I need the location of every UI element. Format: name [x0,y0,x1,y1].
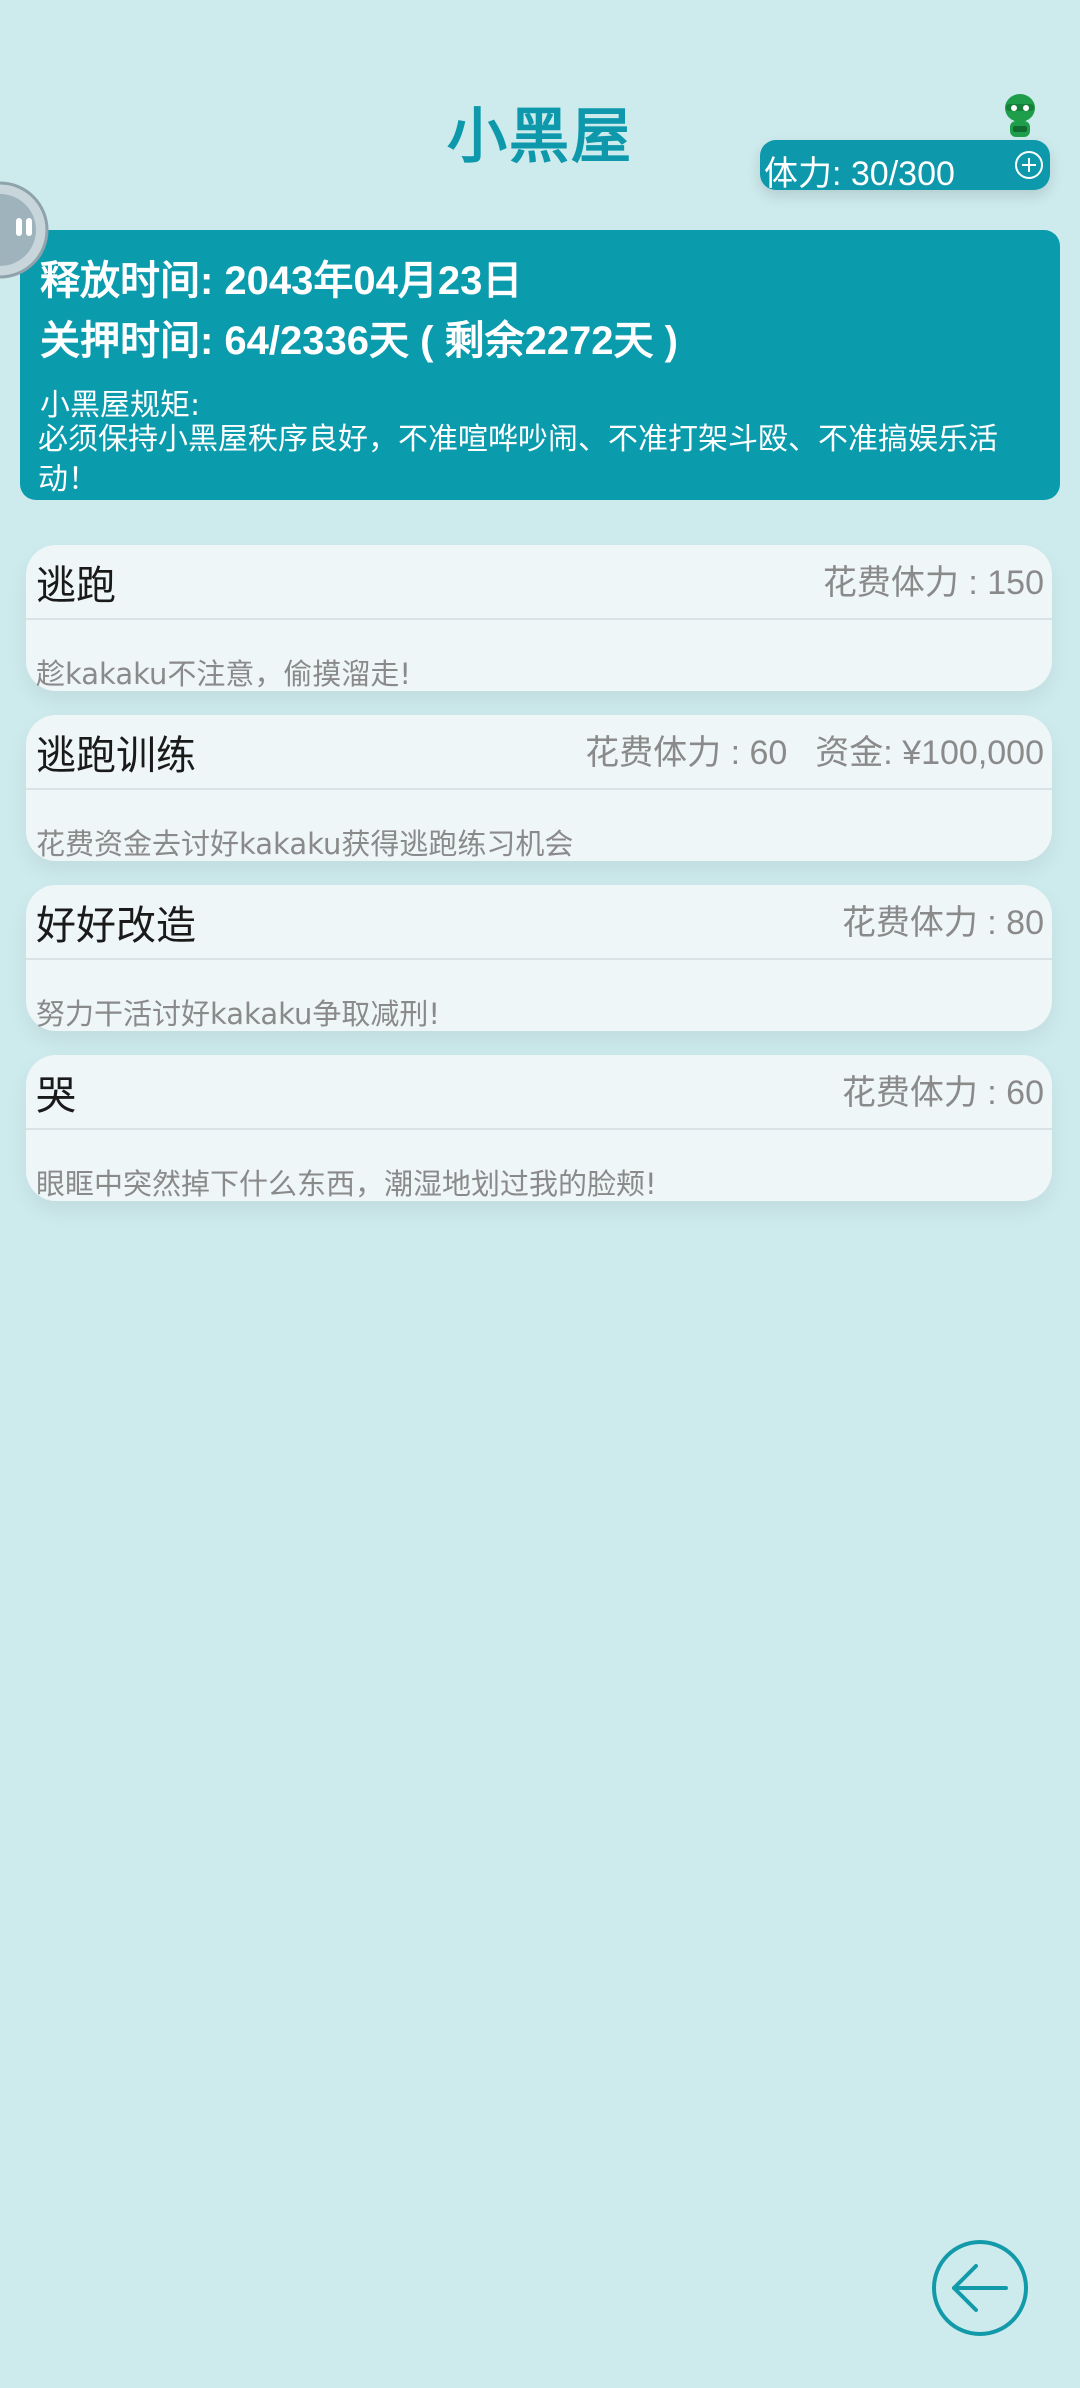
action-description: 眼眶中突然掉下什么东西，潮湿地划过我的脸颊! [36,1167,657,1201]
action-name: 逃跑训练 [36,733,196,779]
action-name: 哭 [36,1073,76,1119]
action-description: 花费资金去讨好kakaku获得逃跑练习机会 [36,827,574,861]
action-card-escape[interactable]: 逃跑 花费体力 : 150 趁kakaku不注意，偷摸溜走! [26,545,1052,691]
green-mascot-icon[interactable] [997,92,1043,142]
divider [26,788,1052,790]
stamina-display: 体力: 30/300 [760,140,1050,193]
stamina-label: 体力: 30/300 [764,155,955,193]
action-funds: 资金: ¥100,000 [815,734,1044,772]
release-time: 释放时间: 2043年04月23日 [40,259,523,303]
action-cost: 花费体力 : 60 资金: ¥100,000 [585,734,1044,772]
action-card-escape-training[interactable]: 逃跑训练 花费体力 : 60 资金: ¥100,000 花费资金去讨好kakaku… [26,715,1052,861]
divider [26,1128,1052,1130]
floating-assist-ball-icon[interactable] [0,180,50,280]
detention-time: 关押时间: 64/2336天 ( 剩余2272天 ) [40,319,678,363]
detention-info-card: 释放时间: 2043年04月23日 关押时间: 64/2336天 ( 剩余227… [20,230,1060,500]
action-description: 趁kakaku不注意，偷摸溜走! [36,657,412,691]
action-card-reform[interactable]: 好好改造 花费体力 : 80 努力干活讨好kakaku争取减刑! [26,885,1052,1031]
rules-text: 必须保持小黑屋秩序良好，不准喧哗吵闹、不准打架斗殴、不准搞娱乐活动！ [38,422,998,497]
rules-title: 小黑屋规矩: [40,388,201,423]
action-description: 努力干活讨好kakaku争取减刑! [36,997,441,1031]
action-cost: 花费体力 : 80 [841,904,1044,942]
divider [26,618,1052,620]
divider [26,958,1052,960]
screen: 小黑屋 体力: 30/300 释放时间: 2043年04月23日 关押时间: 6… [0,0,1080,2388]
action-cost: 花费体力 : 60 [841,1074,1044,1112]
action-card-cry[interactable]: 哭 花费体力 : 60 眼眶中突然掉下什么东西，潮湿地划过我的脸颊! [26,1055,1052,1201]
action-name: 逃跑 [36,563,116,609]
back-arrow-icon[interactable] [930,2238,1030,2338]
plus-circle-icon[interactable] [1014,150,1044,180]
action-list: 逃跑 花费体力 : 150 趁kakaku不注意，偷摸溜走! 逃跑训练 花费体力… [26,545,1052,1225]
action-name: 好好改造 [36,903,196,949]
action-cost: 花费体力 : 150 [822,564,1044,602]
